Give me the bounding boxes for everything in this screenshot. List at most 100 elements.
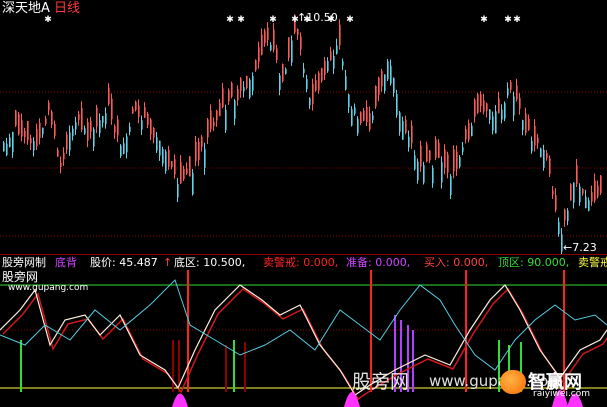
candle-body [72,128,74,137]
candle-body [579,186,581,203]
candle-body [582,188,584,194]
candle-body [426,144,428,162]
candle-body [495,111,497,134]
candle-body [303,68,305,74]
candle-body [372,115,374,120]
candle-body [24,130,26,138]
candle-body [489,109,491,120]
candle-body [393,77,395,93]
candle-body [54,123,56,136]
candle-body [231,83,233,97]
candle-body [210,110,212,129]
candle-body [183,168,185,180]
candle-body [555,195,557,210]
candle-body [243,87,245,92]
candle-body [105,113,107,125]
candle-body [291,40,293,63]
candle-body [396,94,398,116]
indicator-name[interactable]: 股旁网制 [2,256,46,269]
candle-body [477,94,479,113]
candle-body [531,140,533,152]
candle-body [528,118,530,130]
candle-body [138,105,140,117]
candle-body [363,110,365,121]
candle-body [525,113,527,134]
candle-body [234,100,236,119]
candle-body [357,118,359,134]
candle-body [279,75,281,90]
logo-url: raiyiwei.com [533,389,591,399]
candle-body [573,182,575,203]
candle-body [351,109,353,126]
indicator-buy: 买入: 0.000, [424,256,489,269]
candle-body [96,107,98,127]
indicator-price: 股价: 45.487 [90,256,158,269]
candle-body [153,128,155,138]
signal-star-icon: ✱ [237,15,245,25]
signal-star-icon: ✱ [346,15,354,25]
candle-body [321,68,323,81]
candle-body [342,61,344,66]
candle-body [3,142,5,152]
candle-body [414,155,416,170]
candle-body [420,145,422,167]
candle-body [327,61,329,72]
candle-body [18,113,20,135]
candle-body [348,94,350,108]
candle-body [537,137,539,144]
candle-body [87,122,89,141]
candle-body [189,156,191,177]
candle-body [180,161,182,184]
candle-body [51,111,53,125]
candle-body [288,37,290,59]
candle-body [558,221,560,234]
candle-body [12,131,14,153]
price-chart[interactable]: ✱ ✱ ✱ ✱ ✱ ✱ ✱ ✱ ✱ ✱ ✱ [0,0,607,255]
signal-star-icon: ✱ [226,15,234,25]
candle-body [255,60,257,71]
candle-body [600,175,602,194]
panel-separator[interactable] [0,254,607,255]
candle-body [510,82,512,90]
candle-body [198,141,200,160]
candle-body [228,90,230,102]
candle-body [267,27,269,40]
candle-body [66,134,68,150]
indicator-top-zone: 顶区: 90.000, [498,256,570,269]
candle-body [447,154,449,173]
candle-body [450,175,452,195]
candle-body [90,120,92,132]
indicator-sub: 底背 [55,256,77,269]
signal-star-icon: ✱ [513,15,521,25]
peak-arrow-icon: ↑ [297,11,307,24]
candle-body [222,88,224,108]
candle-body [204,148,206,168]
candle-body [366,106,368,123]
candle-body [186,168,188,174]
candle-body [417,161,419,181]
candle-body [441,162,443,183]
candle-body [93,128,95,147]
candle-body [423,165,425,183]
indicator-bottom-signal [172,393,188,407]
candle-body [168,149,170,167]
candle-body [258,47,260,62]
candle-body [165,151,167,172]
period-label[interactable]: 日线 [54,1,80,16]
candle-body [276,48,278,60]
candle-body [339,24,341,46]
candle-body [117,119,119,136]
candle-body [69,132,71,151]
candle-body [75,122,77,130]
candle-body [312,83,314,105]
candle-body [384,74,386,92]
candle-body [174,159,176,175]
candle-body [498,98,500,114]
candle-body [15,110,17,126]
candle-body [330,51,332,61]
indicator-cyan-line [0,279,607,371]
candle-body [108,87,110,105]
candle-body [252,76,254,91]
candle-body [309,98,311,106]
candle-body [270,44,272,51]
